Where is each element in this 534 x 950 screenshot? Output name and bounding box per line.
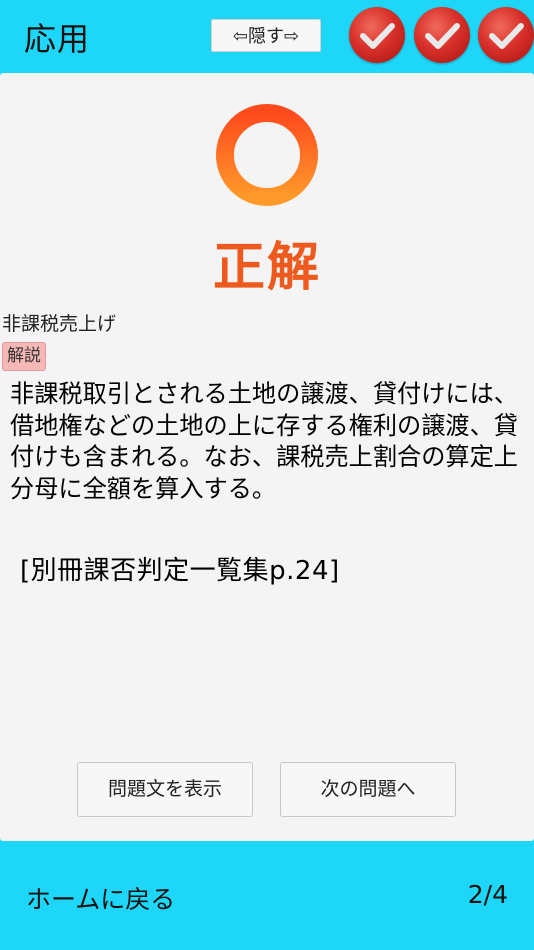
result-label: 正解 — [212, 238, 321, 298]
check-icon — [478, 7, 534, 63]
check-icon — [349, 7, 405, 63]
explanation-badge: 解説 — [2, 342, 46, 371]
hide-button[interactable]: ⇦隠す⇨ — [211, 19, 321, 52]
show-question-button[interactable]: 問題文を表示 — [77, 762, 253, 817]
progress-counter: 2/4 — [467, 880, 508, 909]
question-topic: 非課税売上げ — [2, 313, 117, 335]
reference-text: [別冊課否判定一覧集p.24] — [20, 556, 340, 586]
next-question-button[interactable]: 次の問題へ — [280, 762, 456, 817]
bottom-bar: ホームに戻る 2/4 — [0, 850, 534, 950]
check-icon — [414, 7, 470, 63]
answer-card: 正解 非課税売上げ 解説 非課税取引とされる土地の譲渡、貸付けには、借地権などの… — [0, 73, 534, 841]
explanation-text: 非課税取引とされる土地の譲渡、貸付けには、借地権などの土地の上に存する権利の譲渡… — [10, 380, 518, 503]
top-bar: 応用 ⇦隠す⇨ — [0, 0, 534, 72]
home-button[interactable]: ホームに戻る — [26, 880, 175, 916]
circle-correct-icon — [216, 104, 318, 206]
page-title: 応用 — [24, 20, 91, 58]
